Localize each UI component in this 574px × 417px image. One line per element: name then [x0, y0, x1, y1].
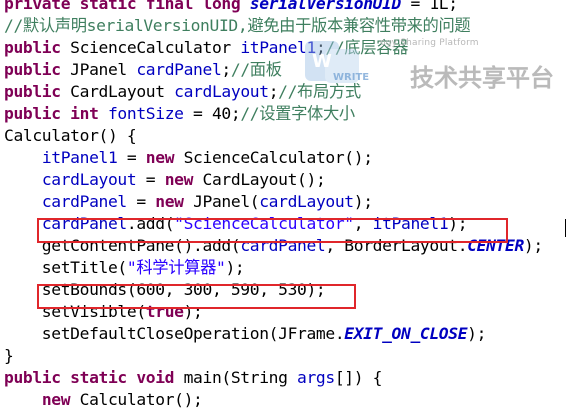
- highlight-box-cardpanel-add: [37, 218, 508, 243]
- code-token: );: [225, 258, 245, 277]
- code-line[interactable]: setDefaultCloseOperation(JFrame.EXIT_ON_…: [4, 323, 543, 345]
- highlight-box-setbounds: [37, 284, 356, 309]
- code-token: itPanel1: [41, 148, 118, 167]
- code-token: Calculator();: [79, 390, 203, 409]
- code-token: []) {: [334, 368, 383, 387]
- code-token: fontSize: [107, 104, 184, 123]
- code-token: Calculator() {: [4, 126, 137, 145]
- code-token: public int: [4, 104, 108, 123]
- code-line[interactable]: private static final long serialVersionU…: [4, 0, 543, 15]
- code-token: //面板: [230, 60, 282, 79]
- code-token: CardLayout: [70, 82, 175, 101]
- code-token: JPanel: [70, 60, 137, 79]
- code-token: EXIT_ON_CLOSE: [344, 324, 468, 343]
- code-token: "科学计算器": [126, 258, 226, 277]
- code-token: public: [4, 38, 71, 57]
- code-token: setDefaultCloseOperation(JFrame.: [4, 324, 345, 343]
- code-token: cardPanel: [41, 192, 127, 211]
- code-token: setTitle(: [4, 258, 127, 277]
- code-token: //默认声明serialVersionUID,避免由于版本兼容性带来的问题: [4, 16, 471, 35]
- code-token: main(String: [183, 368, 298, 387]
- code-token: ScienceCalculator: [70, 38, 241, 57]
- code-token: CardLayout();: [202, 170, 326, 189]
- code-line[interactable]: //默认声明serialVersionUID,避免由于版本兼容性带来的问题: [4, 15, 543, 37]
- code-token: public: [4, 60, 71, 79]
- code-line[interactable]: }: [4, 345, 543, 367]
- code-line[interactable]: itPanel1 = new ScienceCalculator();: [4, 147, 543, 169]
- code-token: = 1L;: [401, 0, 458, 13]
- code-token: );: [523, 236, 543, 255]
- code-token: );: [353, 192, 373, 211]
- code-token: cardLayout: [41, 170, 137, 189]
- code-token: = 40;: [183, 104, 241, 123]
- code-line[interactable]: cardPanel = new JPanel(cardLayout);: [4, 191, 543, 213]
- code-token: //设置字体大小: [240, 104, 355, 123]
- text-cursor: [565, 219, 566, 237]
- watermark-title: 技术共享平台: [410, 64, 554, 92]
- code-token: args: [297, 368, 335, 387]
- code-line[interactable]: cardLayout = new CardLayout();: [4, 169, 543, 191]
- code-token: cardPanel: [136, 60, 222, 79]
- code-token: new: [41, 390, 80, 409]
- code-token: public: [4, 82, 71, 101]
- svg-text:W: W: [312, 51, 332, 72]
- code-token: }: [4, 346, 14, 365]
- code-token: ScienceCalculator();: [183, 148, 373, 167]
- code-token: new: [145, 148, 184, 167]
- code-token: public static void: [4, 368, 184, 387]
- code-token: JPanel(: [193, 192, 260, 211]
- code-line[interactable]: Calculator() {: [4, 125, 543, 147]
- code-line[interactable]: new Calculator();: [4, 389, 543, 411]
- code-token: cardLayout: [259, 192, 354, 211]
- code-token: =: [136, 170, 165, 189]
- code-line[interactable]: setTitle("科学计算器");: [4, 257, 543, 279]
- code-token: serialVersionUID: [249, 0, 402, 13]
- watermark-logo-text: WRITE: [333, 72, 370, 83]
- code-token: cardLayout: [174, 82, 269, 101]
- code-token: );: [467, 324, 487, 343]
- code-token: new: [155, 192, 194, 211]
- code-token: private static final long: [4, 0, 250, 13]
- code-token: ;: [268, 82, 279, 101]
- code-token: new: [164, 170, 203, 189]
- watermark-tagline: ogy Sharing Platform: [380, 38, 479, 48]
- code-token: ;: [221, 60, 231, 79]
- code-token: =: [117, 148, 146, 167]
- code-line[interactable]: public static void main(String args[]) {: [4, 367, 543, 389]
- code-line[interactable]: public int fontSize = 40;//设置字体大小: [4, 103, 543, 125]
- code-token: =: [126, 192, 156, 211]
